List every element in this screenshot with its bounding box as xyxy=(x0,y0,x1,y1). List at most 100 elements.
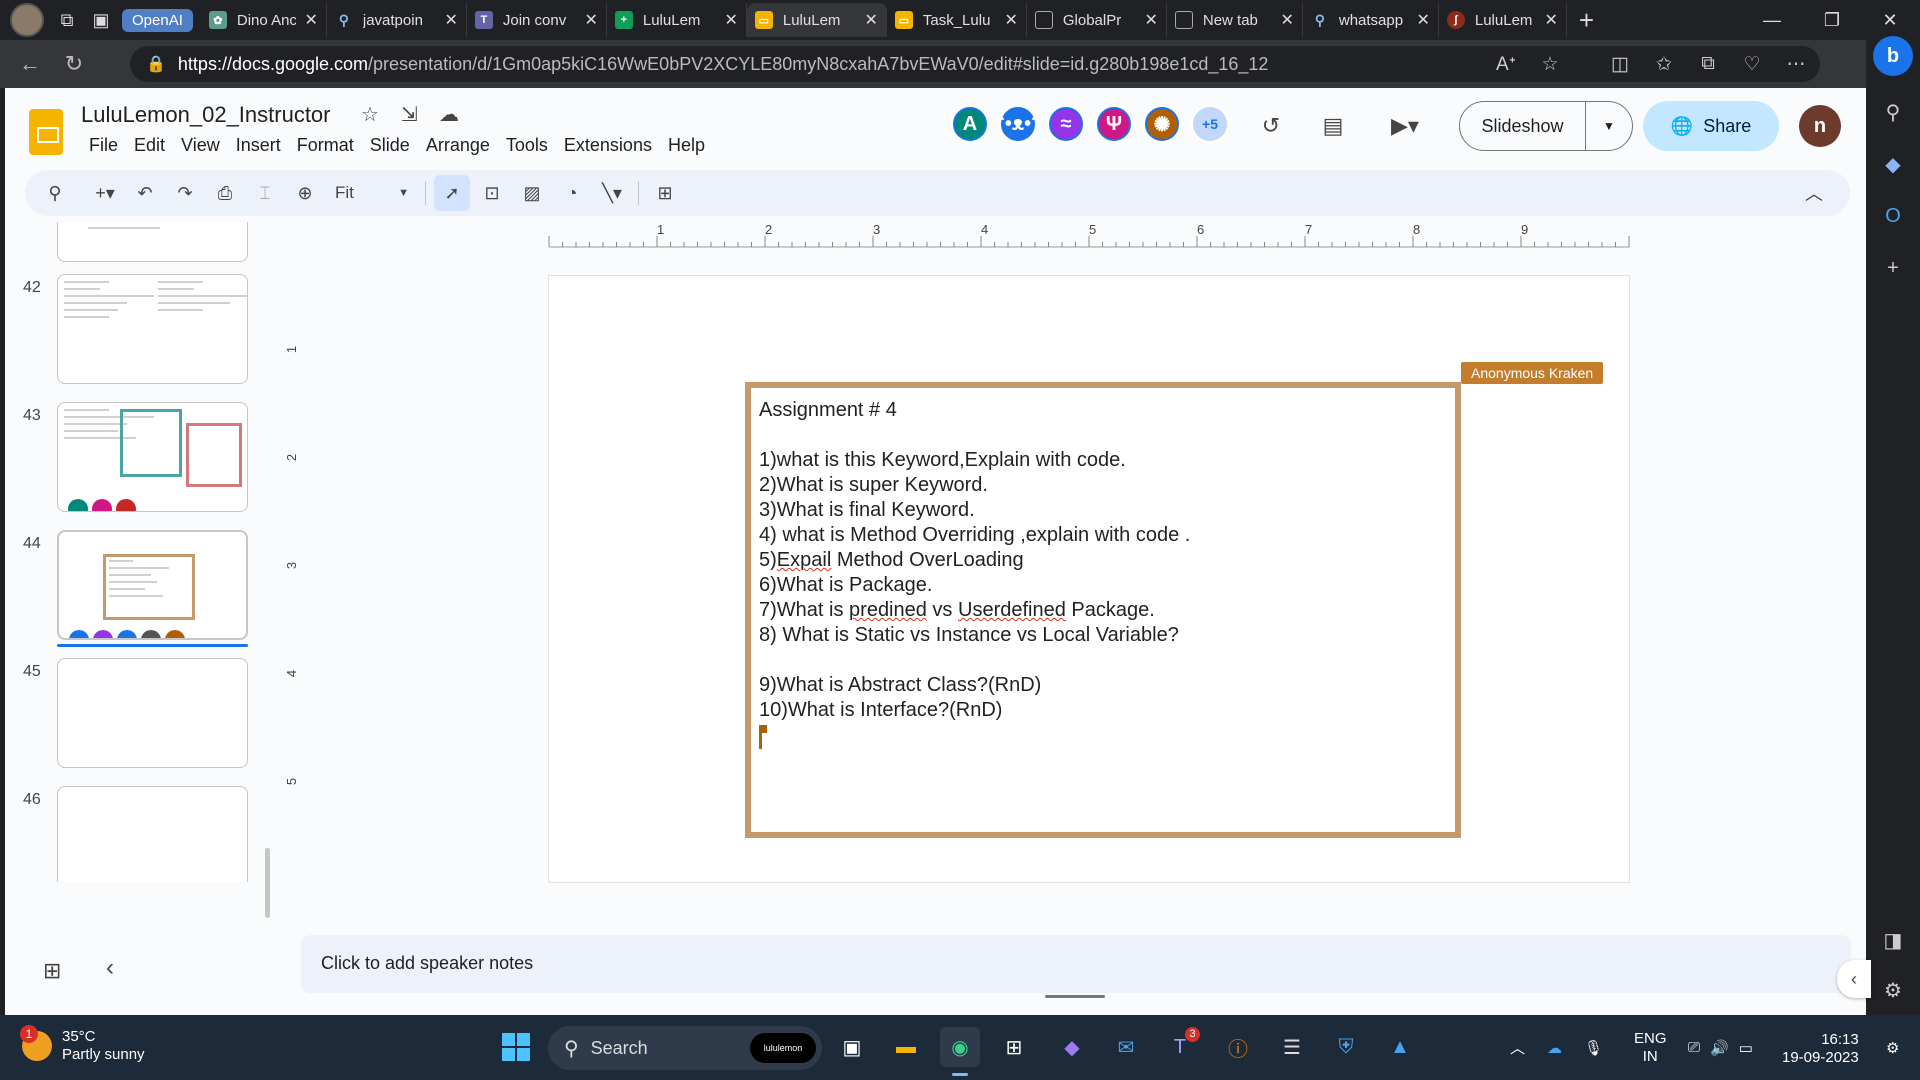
close-icon[interactable]: ✕ xyxy=(1004,10,1017,30)
lock-icon[interactable]: 🔒 xyxy=(146,54,166,74)
line-icon[interactable]: ╲▾ xyxy=(594,175,630,211)
browser-tab[interactable]: T Join conv ✕ xyxy=(467,3,607,37)
image-icon[interactable]: ▨ xyxy=(514,175,550,211)
menu-arrange[interactable]: Arrange xyxy=(418,133,498,158)
undo-icon[interactable]: ↶ xyxy=(127,175,163,211)
notification-icon[interactable]: ⚙ xyxy=(1886,1015,1899,1080)
file-explorer-icon[interactable]: ▬ xyxy=(886,1027,926,1067)
close-icon[interactable]: ✕ xyxy=(1144,10,1157,30)
spelling-error[interactable]: Expail xyxy=(777,549,831,571)
close-icon[interactable]: ✕ xyxy=(1416,10,1429,30)
print-icon[interactable]: ⎙ xyxy=(207,175,243,211)
back-icon[interactable]: ← xyxy=(10,44,50,84)
copilot-app-icon[interactable]: ◆ xyxy=(1052,1027,1092,1067)
filmstrip-scrollbar[interactable] xyxy=(265,848,270,918)
select-cursor-icon[interactable]: ➚ xyxy=(434,175,470,211)
spelling-error[interactable]: Userdefined xyxy=(958,599,1066,621)
slide-thumbnail[interactable]: 43 xyxy=(5,402,255,514)
text-box-icon[interactable]: ⊡ xyxy=(474,175,510,211)
search-menus-icon[interactable]: ⚲ xyxy=(37,175,73,211)
menu-format[interactable]: Format xyxy=(289,133,362,158)
browser-tab[interactable]: ⚲ whatsapp ✕ xyxy=(1303,3,1439,37)
menu-file[interactable]: File xyxy=(81,133,126,158)
redo-icon[interactable]: ↷ xyxy=(167,175,203,211)
slide-page[interactable]: Anonymous Kraken Assignment # 4 1)what i… xyxy=(549,276,1629,882)
slideshow-label[interactable]: Slideshow xyxy=(1460,102,1586,150)
menu-tools[interactable]: Tools xyxy=(498,133,556,158)
collections-icon[interactable]: ⧉ xyxy=(1686,53,1730,75)
browser-tab[interactable]: ▭ Task_Lulu ✕ xyxy=(887,3,1027,37)
comments-icon[interactable]: ▤ xyxy=(1313,106,1353,146)
read-aloud-icon[interactable]: Aᐩ xyxy=(1484,53,1528,76)
cloud-saved-icon[interactable]: ☁ xyxy=(439,102,459,127)
restore-button[interactable]: ❐ xyxy=(1802,0,1862,40)
mic-muted-icon[interactable]: 🎙 xyxy=(1584,1039,1603,1057)
slide-thumbnail[interactable]: 45 xyxy=(5,658,255,770)
share-button[interactable]: 🌐 Share xyxy=(1643,101,1779,151)
document-title[interactable]: LuluLemon_02_Instructor xyxy=(81,102,331,128)
split-screen-icon[interactable]: ◫ xyxy=(1598,53,1642,76)
menu-view[interactable]: View xyxy=(173,133,228,158)
chevron-up-icon[interactable]: ︿ xyxy=(1796,175,1832,211)
tab-group-label[interactable]: OpenAI xyxy=(122,8,193,32)
outlook-app-icon[interactable]: ✉ xyxy=(1106,1027,1146,1067)
task-view-icon[interactable]: ▣ xyxy=(832,1027,872,1067)
search-icon[interactable]: ⚲ xyxy=(1873,92,1913,132)
browser-tab[interactable]: New tab ✕ xyxy=(1167,3,1303,37)
teams-app-icon[interactable]: T3 xyxy=(1160,1027,1200,1067)
quick-settings[interactable]: ⎚ 🔊 ▭ xyxy=(1688,1015,1753,1080)
add-icon[interactable]: + xyxy=(1873,248,1913,288)
language-indicator[interactable]: ENG IN xyxy=(1634,1015,1667,1080)
close-window-button[interactable]: ✕ xyxy=(1860,0,1920,40)
outlook-icon[interactable]: O xyxy=(1873,196,1913,236)
user-avatar[interactable]: n xyxy=(1799,105,1841,147)
new-tab-button[interactable]: + xyxy=(1579,5,1594,36)
shopping-icon[interactable]: ◆ xyxy=(1873,144,1913,184)
collapse-filmstrip-icon[interactable]: ‹ xyxy=(106,954,114,982)
meet-icon[interactable]: ▶▾ xyxy=(1377,106,1433,146)
start-button[interactable] xyxy=(502,1033,530,1061)
close-icon[interactable]: ✕ xyxy=(584,10,597,30)
thumbnail-preview[interactable] xyxy=(57,222,248,262)
thumbnail-preview[interactable] xyxy=(57,658,248,768)
paint-format-icon[interactable]: ⌶ xyxy=(247,175,283,211)
version-history-icon[interactable]: ↺ xyxy=(1251,106,1291,146)
workspaces-icon[interactable]: ⧉ xyxy=(50,3,84,37)
star-icon[interactable]: ☆ xyxy=(361,102,379,127)
dolphin-icon[interactable]: ≈ xyxy=(1046,104,1086,144)
slide-thumbnail[interactable]: 42 xyxy=(5,274,255,386)
menu-insert[interactable]: Insert xyxy=(228,133,289,158)
favorite-star-icon[interactable]: ☆ xyxy=(1528,53,1572,76)
shape-icon[interactable]: ◔ xyxy=(554,175,590,211)
info-app-icon[interactable]: ⓘ xyxy=(1218,1027,1258,1067)
menu-help[interactable]: Help xyxy=(660,133,713,158)
more-icon[interactable]: ⋯ xyxy=(1774,53,1818,76)
taskbar-search[interactable]: ⚲ Search lululemon xyxy=(548,1026,822,1070)
notes-resize-handle[interactable] xyxy=(1045,995,1105,998)
onedrive-icon[interactable]: ☁ xyxy=(1547,1039,1562,1057)
thumbnail-preview[interactable] xyxy=(57,402,248,512)
grid-view-icon[interactable]: ⊞ xyxy=(43,958,61,984)
clock[interactable]: 16:13 19-09-2023 xyxy=(1782,1031,1859,1067)
menu-edit[interactable]: Edit xyxy=(126,133,173,158)
chevron-up-icon[interactable]: ︿ xyxy=(1510,1037,1525,1058)
profile-avatar[interactable] xyxy=(10,3,44,37)
settings-icon[interactable]: ⚙ xyxy=(1873,970,1913,1010)
thumbnail-preview[interactable] xyxy=(57,786,248,882)
close-icon[interactable]: ✕ xyxy=(444,10,457,30)
rabbit-icon[interactable]: Ψ xyxy=(1094,104,1134,144)
collaborator-avatar[interactable]: A xyxy=(950,104,990,144)
menu-slide[interactable]: Slide xyxy=(362,133,418,158)
chevron-down-icon[interactable]: ▼ xyxy=(1586,119,1632,133)
photos-icon[interactable]: ▲ xyxy=(1380,1027,1420,1067)
slides-logo-icon[interactable] xyxy=(29,109,63,155)
slide-thumbnail-selected[interactable]: 44 xyxy=(5,530,255,647)
browser-tab[interactable]: + LuluLem ✕ xyxy=(607,3,747,37)
slide-thumbnail[interactable] xyxy=(5,222,255,264)
close-icon[interactable]: ✕ xyxy=(1544,10,1557,30)
move-icon[interactable]: ⇲ xyxy=(401,102,418,127)
network-app-icon[interactable]: ☰ xyxy=(1272,1027,1312,1067)
favorites-icon[interactable]: ✩ xyxy=(1642,53,1686,76)
performance-icon[interactable]: ♡ xyxy=(1730,53,1774,76)
slide-thumbnail[interactable]: 46 xyxy=(5,786,255,882)
